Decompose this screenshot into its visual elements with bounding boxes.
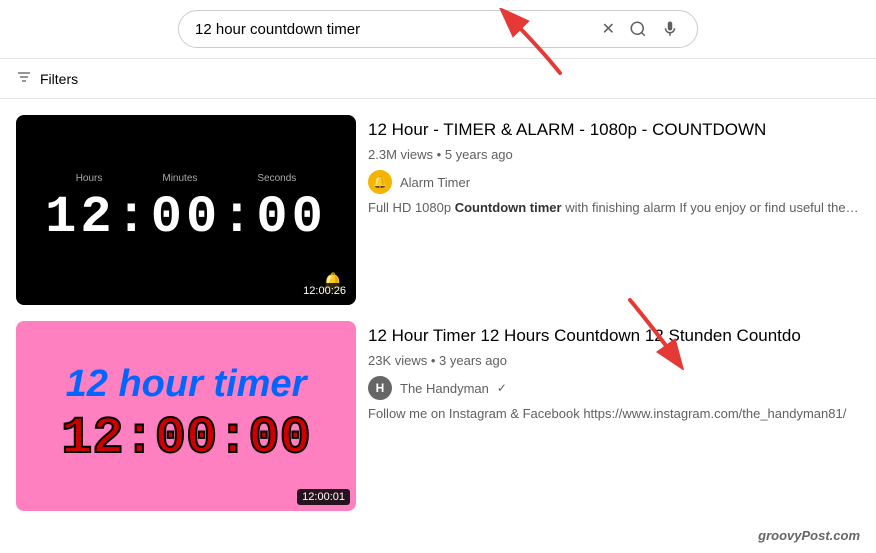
hours-label: Hours bbox=[76, 173, 103, 184]
video-title-1[interactable]: 12 Hour - TIMER & ALARM - 1080p - COUNTD… bbox=[368, 119, 860, 141]
channel-row-2: H The Handyman ✓ bbox=[368, 376, 860, 400]
view-count-2: 23K views bbox=[368, 353, 427, 368]
thumbnail-1[interactable]: Hours Minutes Seconds 12:00:00 🔔 12:00:2… bbox=[16, 115, 356, 305]
view-count-1: 2.3M views bbox=[368, 147, 433, 162]
header: ✕ bbox=[0, 0, 876, 59]
video-age-1: 5 years ago bbox=[445, 147, 513, 162]
video-title-2[interactable]: 12 Hour Timer 12 Hours Countdown 12 Stun… bbox=[368, 325, 860, 347]
clock-labels-1: Hours Minutes Seconds bbox=[76, 173, 297, 184]
video-description-2: Follow me on Instagram & Facebook https:… bbox=[368, 406, 860, 421]
thumbnail-2[interactable]: 12 hour timer 12:00:00 12:00:01 bbox=[16, 321, 356, 511]
filters-label[interactable]: Filters bbox=[40, 71, 78, 87]
thumb2-bottom-text: 12:00:00 bbox=[61, 409, 311, 468]
filters-bar: Filters bbox=[0, 59, 876, 99]
separator-1: • bbox=[437, 147, 445, 162]
verified-icon-2: ✓ bbox=[497, 381, 507, 395]
video-meta-2: 23K views • 3 years ago bbox=[368, 353, 860, 368]
search-bar: ✕ bbox=[178, 10, 698, 48]
video-info-2: 12 Hour Timer 12 Hours Countdown 12 Stun… bbox=[368, 321, 860, 421]
channel-name-1[interactable]: Alarm Timer bbox=[400, 175, 470, 190]
video-timestamp-2: 12:00:01 bbox=[297, 489, 350, 505]
video-meta-1: 2.3M views • 5 years ago bbox=[368, 147, 860, 162]
separator-2: • bbox=[431, 353, 439, 368]
clear-button[interactable]: ✕ bbox=[600, 17, 617, 41]
watermark: groovyPost.com bbox=[758, 528, 860, 543]
video-age-2: 3 years ago bbox=[439, 353, 507, 368]
channel-name-2[interactable]: The Handyman bbox=[400, 381, 489, 396]
filters-icon bbox=[16, 69, 32, 88]
video-result-1: Hours Minutes Seconds 12:00:00 🔔 12:00:2… bbox=[16, 115, 860, 305]
video-info-1: 12 Hour - TIMER & ALARM - 1080p - COUNTD… bbox=[368, 115, 860, 215]
thumb2-top-text: 12 hour timer bbox=[66, 364, 307, 406]
channel-row-1: 🔔 Alarm Timer bbox=[368, 170, 860, 194]
seconds-label: Seconds bbox=[257, 173, 296, 184]
clock-display-1: 12:00:00 bbox=[45, 188, 327, 247]
search-input[interactable] bbox=[195, 21, 592, 38]
video-description-1: Full HD 1080p Countdown timer with finis… bbox=[368, 200, 860, 215]
video-timestamp-1: 12:00:26 bbox=[299, 283, 350, 299]
video-result-2: 12 hour timer 12:00:00 12:00:01 12 Hour … bbox=[16, 321, 860, 511]
voice-search-button[interactable] bbox=[659, 18, 681, 40]
channel-avatar-2: H bbox=[368, 376, 392, 400]
channel-avatar-1: 🔔 bbox=[368, 170, 392, 194]
minutes-label: Minutes bbox=[162, 173, 197, 184]
results-area: Hours Minutes Seconds 12:00:00 🔔 12:00:2… bbox=[0, 99, 876, 527]
search-button[interactable] bbox=[627, 18, 649, 40]
watermark-text: groovyPost.com bbox=[758, 528, 860, 543]
